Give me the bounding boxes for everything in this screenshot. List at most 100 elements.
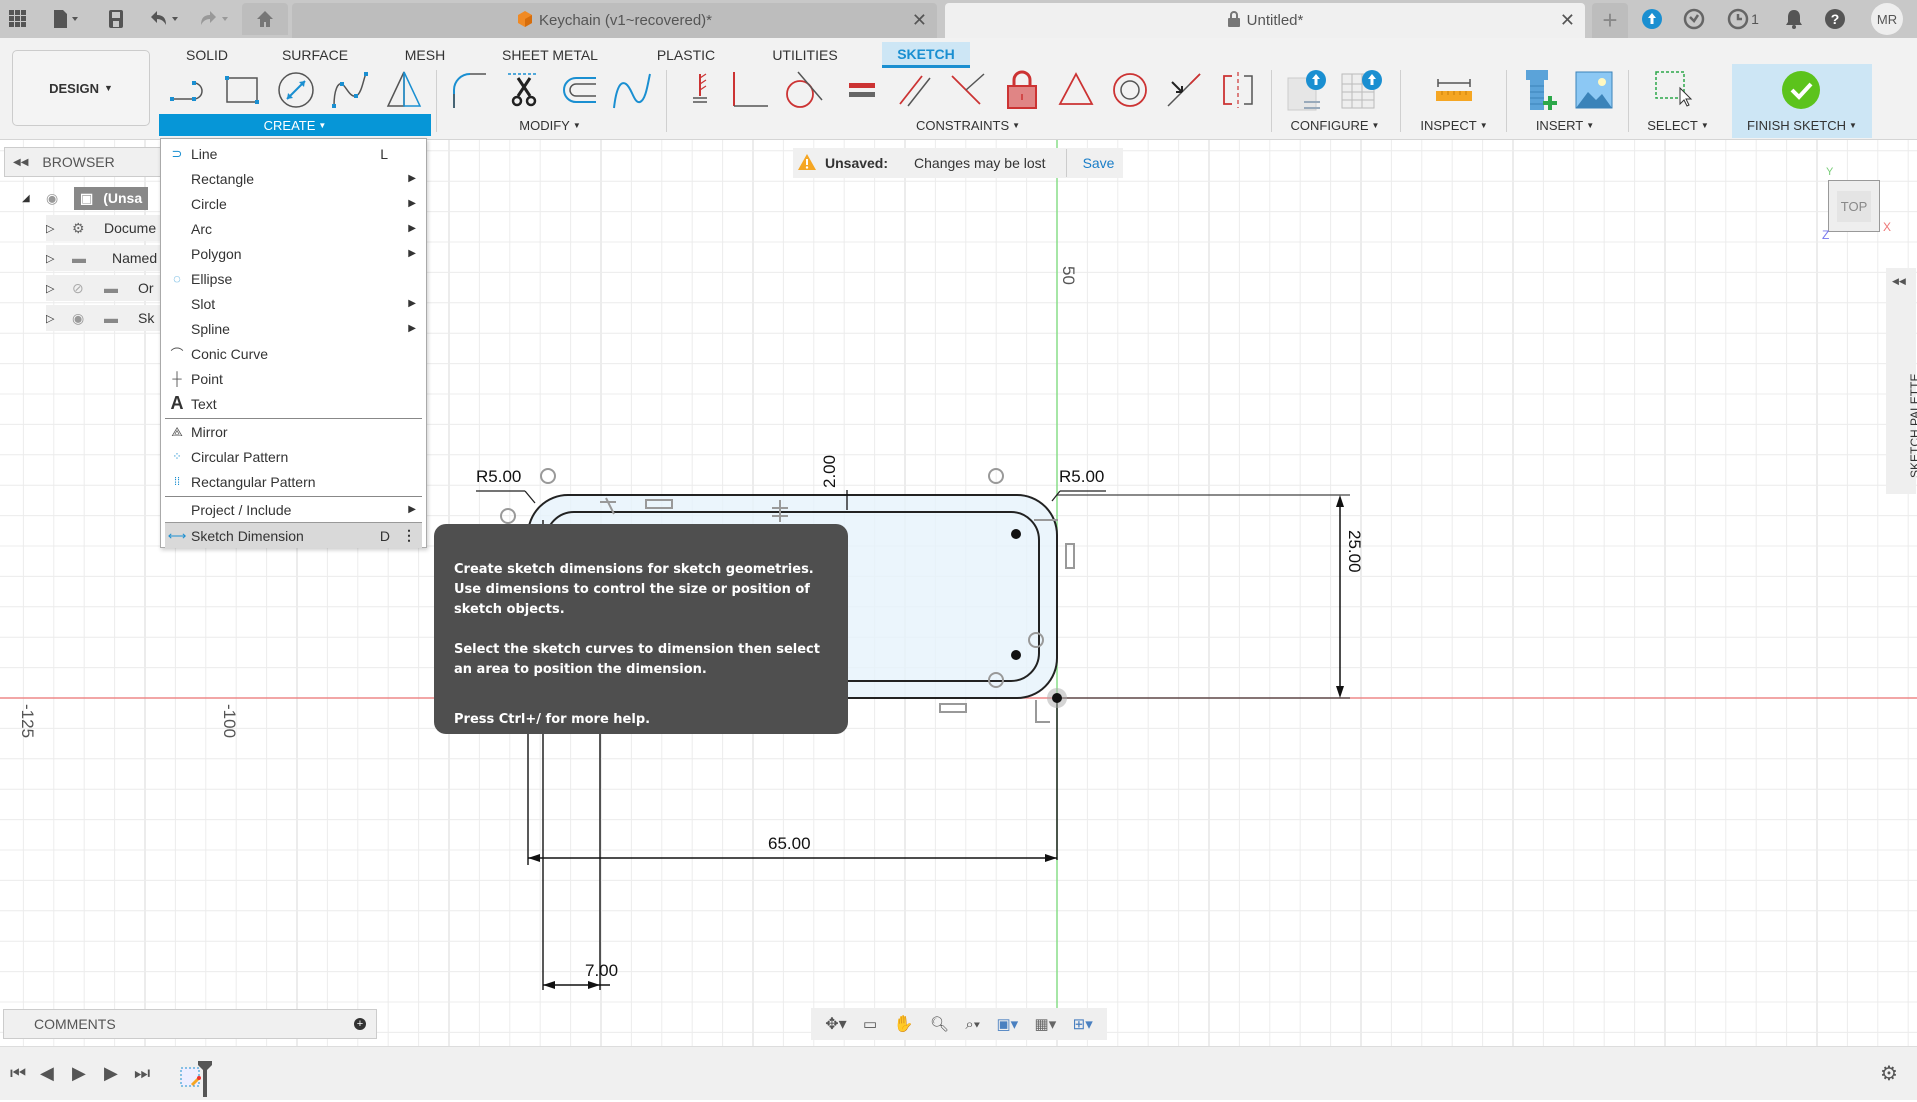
menu-item-conic-curve[interactable]: ⌒ Conic Curve (161, 341, 426, 366)
tab-solid[interactable]: SOLID (172, 42, 242, 68)
step-forward-icon[interactable]: ▶ (104, 1063, 118, 1084)
timeline-marker[interactable] (198, 1061, 212, 1102)
menu-item-rectangle[interactable]: Rectangle ▶ (161, 166, 426, 191)
browser-item-sketches[interactable]: ▷ ◉ ▬ Sk (46, 305, 162, 331)
sketch-palette-collapsed[interactable]: ◀◀ SKETCH PALETTE (1886, 268, 1917, 494)
finish-sketch-menu-button[interactable]: FINISH SKETCH ▼ (1736, 114, 1868, 136)
insert-menu-button[interactable]: INSERT ▼ (1520, 114, 1610, 136)
parallel-constraint-icon[interactable] (892, 68, 936, 112)
step-back-icon[interactable]: ◀ (40, 1063, 54, 1084)
finish-sketch-check-icon[interactable] (1779, 68, 1823, 112)
tangent-constraint-icon[interactable] (782, 68, 826, 112)
tab-sheet-metal[interactable]: SHEET METAL (492, 42, 608, 68)
menu-item-spline[interactable]: Spline ▶ (161, 316, 426, 341)
configure-menu-button[interactable]: CONFIGURE ▼ (1280, 114, 1390, 136)
hidden-eye-icon[interactable]: ⊘ (72, 280, 104, 297)
trim-scissors-icon[interactable] (502, 68, 546, 112)
extensions-icon[interactable] (1639, 6, 1665, 32)
create-menu-button[interactable]: CREATE ▼ (159, 114, 431, 136)
job-status-icon[interactable] (1681, 6, 1707, 32)
menu-item-ellipse[interactable]: ◌ Ellipse (161, 266, 426, 291)
grid-settings-icon[interactable]: ▦▾ (1035, 1015, 1057, 1033)
viewcube-face-top[interactable]: TOP (1836, 190, 1872, 222)
menu-item-circle[interactable]: Circle ▶ (161, 191, 426, 216)
equal-constraint-icon[interactable] (840, 68, 884, 112)
insert-bolt-icon[interactable] (1518, 68, 1562, 112)
select-menu-button[interactable]: SELECT ▼ (1636, 114, 1720, 136)
file-menu-icon[interactable] (48, 6, 84, 32)
save-icon[interactable] (104, 6, 128, 32)
undo-icon[interactable] (144, 6, 184, 32)
save-link[interactable]: Save (1083, 155, 1115, 171)
add-comment-icon[interactable]: + (354, 1018, 366, 1030)
menu-item-circular-pattern[interactable]: ⁘ Circular Pattern (161, 444, 426, 469)
comments-panel[interactable]: COMMENTS + (3, 1009, 377, 1039)
collinear-constraint-icon[interactable] (1162, 68, 1206, 112)
menu-item-line[interactable]: ⊃ Line L (161, 141, 426, 166)
offset-tool-icon[interactable] (556, 68, 600, 112)
visibility-eye-icon[interactable]: ◉ (46, 190, 74, 207)
document-tab-untitled[interactable]: Untitled* ✕ (945, 3, 1585, 38)
symmetry-constraint-icon[interactable] (1216, 68, 1260, 112)
measure-ruler-icon[interactable] (1432, 68, 1476, 112)
menu-item-text[interactable]: A Text (161, 391, 426, 416)
perpendicular-constraint-icon[interactable] (946, 68, 990, 112)
insert-image-icon[interactable] (1572, 68, 1616, 112)
spline-edit-icon[interactable] (610, 68, 654, 112)
viewcube[interactable]: TOP (1828, 180, 1880, 232)
tab-plastic[interactable]: PLASTIC (646, 42, 726, 68)
new-tab-plus-icon[interactable]: + (1592, 3, 1628, 38)
offset-dimension[interactable]: 2.00 (820, 455, 840, 488)
expand-palette-icon[interactable]: ◀◀ (1892, 276, 1906, 287)
home-icon[interactable] (242, 3, 288, 35)
line-tool-icon[interactable] (166, 68, 210, 112)
height-dimension[interactable]: 25.00 (1344, 530, 1364, 573)
midpoint-triangle-icon[interactable] (1054, 68, 1098, 112)
display-settings-icon[interactable]: ▣▾ (996, 1015, 1018, 1033)
radius-dimension-left[interactable]: R5.00 (476, 467, 521, 487)
apps-grid-icon[interactable] (6, 6, 30, 32)
notifications-bell-icon[interactable] (1782, 6, 1806, 32)
concentric-constraint-icon[interactable] (1108, 68, 1152, 112)
user-avatar[interactable]: MR (1871, 3, 1903, 35)
fix-constraint-icon[interactable] (678, 68, 722, 112)
menu-item-slot[interactable]: Slot ▶ (161, 291, 426, 316)
configure-table-icon[interactable] (1340, 68, 1384, 112)
help-icon[interactable]: ? (1822, 6, 1848, 32)
browser-item-root[interactable]: ◢ ◉ ▣ (Unsa (22, 185, 162, 211)
close-tab-icon[interactable]: ✕ (912, 10, 927, 31)
viewports-icon[interactable]: ⊞▾ (1073, 1015, 1093, 1033)
select-window-icon[interactable] (1652, 68, 1696, 112)
menu-item-arc[interactable]: Arc ▶ (161, 216, 426, 241)
play-icon[interactable]: ▶ (72, 1063, 86, 1084)
constraints-menu-button[interactable]: CONSTRAINTS ▼ (900, 114, 1036, 136)
configure-parameters-icon[interactable] (1286, 68, 1330, 112)
menu-item-rectangular-pattern[interactable]: ⁞⁞ Rectangular Pattern (161, 469, 426, 494)
browser-item-document-settings[interactable]: ▷ ⚙ Docume (46, 215, 162, 241)
tab-surface[interactable]: SURFACE (272, 42, 358, 68)
spline-tool-icon[interactable] (328, 68, 372, 112)
menu-item-project-include[interactable]: Project / Include ▶ (161, 497, 426, 522)
width-dimension[interactable]: 65.00 (768, 834, 811, 854)
mirror-tool-icon[interactable] (382, 68, 426, 112)
browser-item-named-views[interactable]: ▷ ▬ Named (46, 245, 162, 271)
visibility-eye-icon[interactable]: ◉ (72, 310, 104, 327)
go-to-end-icon[interactable]: ⏭ (134, 1063, 150, 1084)
browser-panel-header[interactable]: ◀◀ BROWSER (4, 147, 184, 177)
tab-mesh[interactable]: MESH (392, 42, 458, 68)
look-at-icon[interactable]: ▭ (863, 1015, 877, 1033)
menu-item-point[interactable]: ┼ Point (161, 366, 426, 391)
timeline-settings-gear-icon[interactable]: ⚙ (1880, 1061, 1898, 1086)
rectangle-tool-icon[interactable] (220, 68, 264, 112)
document-tab-keychain[interactable]: Keychain (v1~recovered)* ✕ (292, 3, 937, 38)
tab-sketch[interactable]: SKETCH (882, 42, 970, 68)
redo-icon[interactable] (194, 6, 234, 32)
fillet-tool-icon[interactable] (448, 68, 492, 112)
orbit-icon[interactable]: ✥▾ (825, 1014, 846, 1034)
lock-constraint-icon[interactable] (1000, 68, 1044, 112)
coincident-constraint-icon[interactable] (728, 68, 772, 112)
circle-tool-icon[interactable] (274, 68, 318, 112)
pan-hand-icon[interactable]: ✋ (894, 1014, 914, 1034)
go-to-start-icon[interactable]: ⏮ (10, 1063, 26, 1084)
collapse-browser-icon[interactable]: ◀◀ (13, 157, 28, 168)
